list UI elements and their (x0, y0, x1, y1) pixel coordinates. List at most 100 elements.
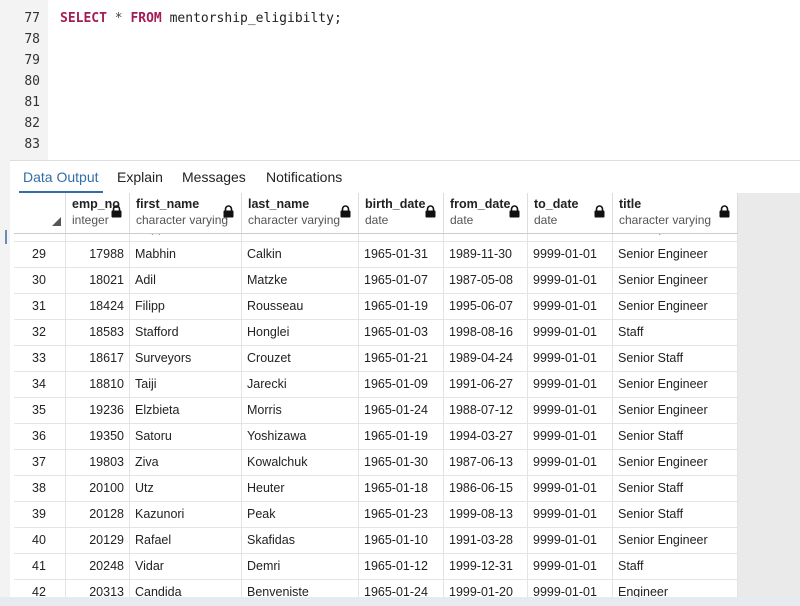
code-line[interactable]: 78 (0, 30, 800, 50)
to-date-cell[interactable]: 9999-01-01 (528, 398, 613, 423)
last-name-cell[interactable]: Kowalchuk (242, 450, 359, 475)
first-name-cell[interactable]: Ziva (130, 450, 242, 475)
birth-date-cell[interactable]: 1965-01-19 (359, 294, 444, 319)
table-row[interactable]: 32 18583 Stafford Honglei 1965-01-03 1998-08-… (14, 320, 738, 346)
table-row[interactable]: 38 20100 Utz Heuter 1965-01-18 1986-06-15 9999… (14, 476, 738, 502)
emp-no-cell[interactable]: 17970 (66, 234, 130, 241)
title-cell[interactable]: Senior Engineer (613, 398, 738, 423)
emp-no-cell[interactable]: 18810 (66, 372, 130, 397)
from-date-cell[interactable]: 1991-06-27 (444, 372, 528, 397)
row-number[interactable]: 41 (14, 554, 66, 579)
table-row[interactable]: 33 18617 Surveyors Crouzet 1965-01-21 1989-04… (14, 346, 738, 372)
title-cell[interactable]: Senior Engineer (613, 372, 738, 397)
row-number[interactable]: 37 (14, 450, 66, 475)
row-number[interactable]: 29 (14, 242, 66, 267)
birth-date-cell[interactable]: 1965-01-09 (359, 372, 444, 397)
row-number[interactable]: 31 (14, 294, 66, 319)
last-name-cell[interactable]: Demri (242, 554, 359, 579)
table-row[interactable]: 37 19803 Ziva Kowalchuk 1965-01-30 1987-06-13… (14, 450, 738, 476)
first-name-cell[interactable]: Kazunori (130, 502, 242, 527)
first-name-cell[interactable]: Rafael (130, 528, 242, 553)
from-date-cell[interactable]: 1991-03-28 (444, 528, 528, 553)
title-cell[interactable]: Staff (613, 554, 738, 579)
title-cell[interactable]: Staff (613, 320, 738, 345)
from-date-cell[interactable]: 1989-11-30 (444, 242, 528, 267)
emp-no-cell[interactable]: 20313 (66, 580, 130, 597)
emp-no-cell[interactable]: 20128 (66, 502, 130, 527)
from-date-cell[interactable]: 1986-06-15 (444, 476, 528, 501)
title-cell[interactable]: Senior Engineer (613, 242, 738, 267)
last-name-cell[interactable]: Matzke (242, 268, 359, 293)
sql-editor[interactable]: 77 SELECT * FROM mentorship_eligibilty; … (0, 0, 800, 160)
birth-date-cell[interactable]: 1965-01-31 (359, 242, 444, 267)
last-name-cell[interactable]: Benveniste (242, 580, 359, 597)
emp-no-cell[interactable]: 19236 (66, 398, 130, 423)
last-name-cell[interactable]: Jarecki (242, 372, 359, 397)
first-name-cell[interactable]: Taiji (130, 372, 242, 397)
row-number[interactable]: 40 (14, 528, 66, 553)
code-line[interactable]: 79 (0, 51, 800, 71)
table-row[interactable]: 41 20248 Vidar Demri 1965-01-12 1999-12-31 999… (14, 554, 738, 580)
emp-no-cell[interactable]: 20129 (66, 528, 130, 553)
emp-no-cell[interactable]: 19350 (66, 424, 130, 449)
to-date-cell[interactable]: 9999-01-01 (528, 320, 613, 345)
birth-date-cell[interactable]: 1965-01-10 (359, 528, 444, 553)
from-date-cell[interactable]: 1989-01-09 (444, 234, 528, 241)
to-date-cell[interactable]: 9999-01-01 (528, 528, 613, 553)
first-name-cell[interactable]: Adil (130, 268, 242, 293)
birth-date-cell[interactable]: 1965-01-06 (359, 234, 444, 241)
table-row[interactable]: 30 18021 Adil Matzke 1965-01-07 1987-05-08 999… (14, 268, 738, 294)
row-number[interactable]: 42 (14, 580, 66, 597)
to-date-cell[interactable]: 9999-01-01 (528, 450, 613, 475)
title-cell[interactable]: Senior Engineer (613, 450, 738, 475)
to-date-cell[interactable]: 9999-01-01 (528, 234, 613, 241)
title-cell[interactable]: Senior Staff (613, 502, 738, 527)
title-cell[interactable]: Technique Leader (613, 234, 738, 241)
emp-no-cell[interactable]: 18424 (66, 294, 130, 319)
birth-date-cell[interactable]: 1965-01-19 (359, 424, 444, 449)
first-name-cell[interactable]: Vidar (130, 554, 242, 579)
birth-date-cell[interactable]: 1965-01-24 (359, 398, 444, 423)
row-number-header[interactable] (14, 193, 66, 233)
row-number[interactable]: 33 (14, 346, 66, 371)
emp-no-cell[interactable]: 18617 (66, 346, 130, 371)
birth-date-cell[interactable]: 1965-01-03 (359, 320, 444, 345)
title-cell[interactable]: Senior Staff (613, 424, 738, 449)
last-name-cell[interactable]: Calkin (242, 242, 359, 267)
title-cell[interactable]: Senior Staff (613, 346, 738, 371)
title-cell[interactable]: Senior Engineer (613, 528, 738, 553)
last-name-cell[interactable]: Heuter (242, 476, 359, 501)
table-row[interactable]: 42 20313 Candida Benveniste 1965-01-24 1999-0… (14, 580, 738, 597)
from-date-cell[interactable]: 1999-01-20 (444, 580, 528, 597)
row-number[interactable]: 28 (14, 234, 66, 241)
birth-date-cell[interactable]: 1965-01-07 (359, 268, 444, 293)
first-name-cell[interactable]: Surveyors (130, 346, 242, 371)
from-date-cell[interactable]: 1999-12-31 (444, 554, 528, 579)
data-grid[interactable]: emp_no integer first_name character vary… (14, 193, 800, 597)
from-date-cell[interactable]: 1988-07-12 (444, 398, 528, 423)
code-line[interactable]: 81 (0, 93, 800, 113)
emp-no-cell[interactable]: 18583 (66, 320, 130, 345)
to-date-cell[interactable]: 9999-01-01 (528, 372, 613, 397)
code-text[interactable]: SELECT * FROM mentorship_eligibilty; (60, 9, 342, 29)
to-date-cell[interactable]: 9999-01-01 (528, 424, 613, 449)
row-number[interactable]: 36 (14, 424, 66, 449)
table-row[interactable]: 40 20129 Rafael Skafidas 1965-01-10 1991-03-2… (14, 528, 738, 554)
birth-date-cell[interactable]: 1965-01-21 (359, 346, 444, 371)
from-date-cell[interactable]: 1987-05-08 (444, 268, 528, 293)
row-number[interactable]: 35 (14, 398, 66, 423)
last-name-cell[interactable]: Crouzet (242, 346, 359, 371)
last-name-cell[interactable]: Rousseau (242, 294, 359, 319)
code-line[interactable]: 83 (0, 135, 800, 155)
first-name-cell[interactable]: Mabhin (130, 242, 242, 267)
code-line[interactable]: 80 (0, 72, 800, 92)
emp-no-cell[interactable]: 20248 (66, 554, 130, 579)
table-row[interactable]: 2817970FilippCarrere1965-01-061989-01-09… (14, 234, 738, 242)
title-cell[interactable]: Senior Engineer (613, 268, 738, 293)
tab-explain[interactable]: Explain (117, 168, 163, 192)
to-date-cell[interactable]: 9999-01-01 (528, 554, 613, 579)
from-date-cell[interactable]: 1995-06-07 (444, 294, 528, 319)
first-name-cell[interactable]: Filipp (130, 294, 242, 319)
from-date-cell[interactable]: 1998-08-16 (444, 320, 528, 345)
to-date-cell[interactable]: 9999-01-01 (528, 268, 613, 293)
